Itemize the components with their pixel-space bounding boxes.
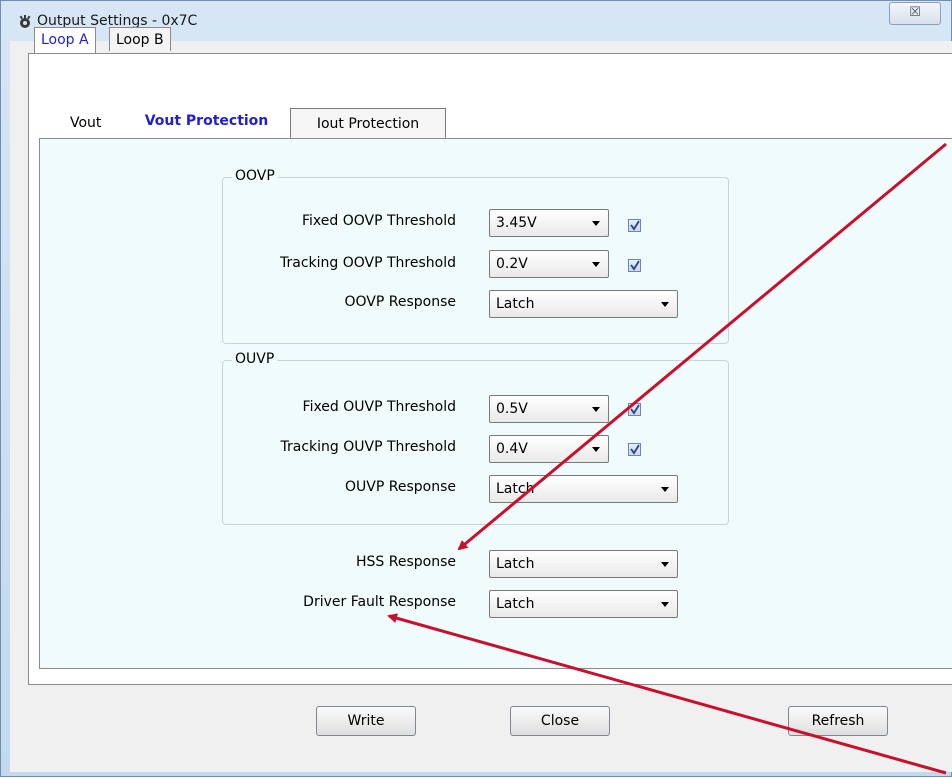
checkmark-icon <box>630 444 640 455</box>
refresh-button[interactable]: Refresh <box>788 706 888 736</box>
ouvp-response-select[interactable]: Latch <box>489 475 678 503</box>
fixed-oovp-select[interactable]: 3.45V <box>489 209 609 237</box>
fixed-ouvp-checkbox[interactable] <box>628 403 641 416</box>
tracking-oovp-value: 0.2V <box>496 256 528 272</box>
tab-vout-protection[interactable]: Vout Protection <box>124 106 289 138</box>
chevron-down-icon <box>592 262 600 267</box>
fixed-oovp-label: Fixed OOVP Threshold <box>302 213 456 229</box>
hss-response-label: HSS Response <box>356 554 456 570</box>
oovp-response-label: OOVP Response <box>344 294 456 310</box>
fixed-oovp-value: 3.45V <box>496 215 537 231</box>
app-icon <box>19 15 31 28</box>
tracking-ouvp-checkbox[interactable] <box>628 443 641 456</box>
chevron-down-icon <box>661 562 669 567</box>
fixed-oovp-checkbox[interactable] <box>628 219 641 232</box>
tracking-ouvp-select[interactable]: 0.4V <box>489 435 609 463</box>
tab-loop-b[interactable]: Loop B <box>109 27 171 51</box>
tab-loop-a[interactable]: Loop A <box>34 27 96 53</box>
tracking-oovp-label: Tracking OOVP Threshold <box>280 255 456 271</box>
chevron-down-icon <box>661 602 669 607</box>
chevron-down-icon <box>592 407 600 412</box>
checkmark-icon <box>630 220 640 231</box>
checkmark-icon <box>630 260 640 271</box>
oovp-group-title: OOVP <box>232 168 278 184</box>
tracking-oovp-select[interactable]: 0.2V <box>489 250 609 278</box>
chevron-down-icon <box>661 302 669 307</box>
checkmark-icon <box>630 404 640 415</box>
window-close-button[interactable]: ☒ <box>889 2 941 25</box>
tracking-ouvp-value: 0.4V <box>496 441 528 457</box>
close-icon: ☒ <box>909 5 921 20</box>
output-settings-window: Output Settings - 0x7C ☒ Loop A Loop B V… <box>0 0 952 777</box>
chevron-down-icon <box>592 447 600 452</box>
driver-fault-response-label: Driver Fault Response <box>303 594 456 610</box>
tracking-ouvp-label: Tracking OUVP Threshold <box>280 439 456 455</box>
ouvp-response-value: Latch <box>496 481 535 497</box>
close-button[interactable]: Close <box>510 706 610 736</box>
ouvp-response-label: OUVP Response <box>345 479 456 495</box>
write-button[interactable]: Write <box>316 706 416 736</box>
oovp-response-value: Latch <box>496 296 535 312</box>
hss-response-select[interactable]: Latch <box>489 550 678 578</box>
ouvp-group-title: OUVP <box>232 351 278 367</box>
tab-iout-protection[interactable]: Iout Protection <box>290 108 446 138</box>
fixed-ouvp-value: 0.5V <box>496 401 528 417</box>
driver-fault-response-select[interactable]: Latch <box>489 590 678 618</box>
driver-fault-response-value: Latch <box>496 596 535 612</box>
chevron-down-icon <box>592 221 600 226</box>
tracking-oovp-checkbox[interactable] <box>628 259 641 272</box>
fixed-ouvp-select[interactable]: 0.5V <box>489 395 609 423</box>
hss-response-value: Latch <box>496 556 535 572</box>
chevron-down-icon <box>661 487 669 492</box>
fixed-ouvp-label: Fixed OUVP Threshold <box>302 399 456 415</box>
oovp-response-select[interactable]: Latch <box>489 290 678 318</box>
tab-vout[interactable]: Vout <box>70 108 101 138</box>
